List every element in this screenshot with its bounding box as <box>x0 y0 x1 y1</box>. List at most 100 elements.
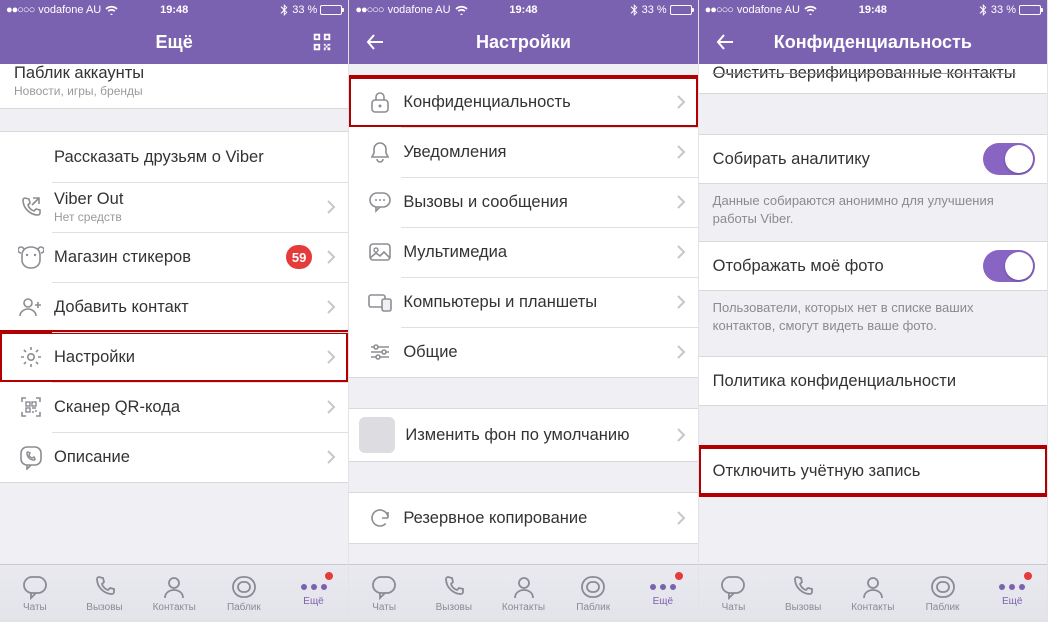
clock-label: 19:48 <box>859 4 887 16</box>
row-sublabel: Нет средств <box>54 210 318 224</box>
back-arrow-icon <box>716 33 734 51</box>
tab-more[interactable]: Ещё <box>628 565 698 622</box>
tab-label: Вызовы <box>785 602 821 613</box>
row-deactivate-account[interactable]: Отключить учётную запись <box>699 447 1047 495</box>
settings-content: Конфиденциальность Уведомления Вызовы и … <box>349 64 697 564</box>
row-label: Резервное копирование <box>403 509 667 528</box>
clock-label: 19:48 <box>509 4 537 16</box>
carrier-label: vodafone AU <box>38 4 101 16</box>
tab-chats[interactable]: Чаты <box>0 565 70 622</box>
tab-contacts[interactable]: Контакты <box>139 565 209 622</box>
partial-clear-contacts[interactable]: Очистить верифицированные контакты <box>699 64 1047 94</box>
row-media[interactable]: Мультимедиа <box>349 227 697 277</box>
chevron-right-icon <box>326 349 336 365</box>
badge-count: 59 <box>286 245 312 269</box>
more-icon <box>299 580 329 594</box>
refresh-icon <box>363 501 397 535</box>
tab-more[interactable]: Ещё <box>279 565 349 622</box>
more-icon <box>997 580 1027 594</box>
row-collect-analytics[interactable]: Собирать аналитику <box>699 135 1047 183</box>
row-notifications[interactable]: Уведомления <box>349 127 697 177</box>
chevron-right-icon <box>326 199 336 215</box>
tab-public[interactable]: Паблик <box>908 565 978 622</box>
privacy-content: Очистить верифицированные контакты Собир… <box>699 64 1047 564</box>
tab-label: Чаты <box>372 602 396 613</box>
toggle-analytics[interactable] <box>983 143 1035 175</box>
row-label: Настройки <box>54 348 318 367</box>
clock-label: 19:48 <box>160 4 188 16</box>
row-label: Вызовы и сообщения <box>403 193 667 212</box>
tab-chats[interactable]: Чаты <box>349 565 419 622</box>
phone-icon <box>790 574 816 600</box>
navbar-more: Ещё <box>0 20 348 64</box>
row-general[interactable]: Общие <box>349 327 697 377</box>
qr-button[interactable] <box>300 20 344 64</box>
row-backup[interactable]: Резервное копирование <box>349 493 697 543</box>
tab-more[interactable]: Ещё <box>977 565 1047 622</box>
sliders-icon <box>363 335 397 369</box>
row-privacy[interactable]: Конфиденциальность <box>349 77 697 127</box>
back-button[interactable] <box>703 20 747 64</box>
battery-icon <box>1019 5 1041 15</box>
tab-contacts[interactable]: Контакты <box>838 565 908 622</box>
tab-label: Паблик <box>227 602 261 613</box>
back-button[interactable] <box>353 20 397 64</box>
bear-icon <box>14 240 48 274</box>
notification-dot-icon <box>324 571 334 581</box>
chevron-right-icon <box>676 344 686 360</box>
row-label: Сканер QR-кода <box>54 398 318 417</box>
tab-calls[interactable]: Вызовы <box>768 565 838 622</box>
toggle-show-photo[interactable] <box>983 250 1035 282</box>
navbar-privacy: Конфиденциальность <box>699 20 1047 64</box>
row-label: Очистить верифицированные контакты <box>713 64 1033 83</box>
row-label: Добавить контакт <box>54 298 318 317</box>
row-label: Компьютеры и планшеты <box>403 293 667 312</box>
row-add-contact[interactable]: Добавить контакт <box>0 282 348 332</box>
add-user-icon <box>14 290 48 324</box>
row-wallpaper[interactable]: Изменить фон по умолчанию <box>349 409 697 461</box>
row-label: Магазин стикеров <box>54 248 286 267</box>
row-show-photo[interactable]: Отображать моё фото <box>699 242 1047 290</box>
show-photo-note: Пользователи, которых нет в списке ваших… <box>699 291 1047 348</box>
chevron-right-icon <box>676 427 686 443</box>
wifi-icon <box>455 5 468 15</box>
row-sublabel: Новости, игры, бренды <box>14 84 334 98</box>
chevron-right-icon <box>676 94 686 110</box>
qr-scan-icon <box>14 390 48 424</box>
tab-calls[interactable]: Вызовы <box>419 565 489 622</box>
tab-label: Контакты <box>153 602 196 613</box>
chevron-right-icon <box>676 510 686 526</box>
notification-dot-icon <box>1023 571 1033 581</box>
public-icon <box>230 574 258 600</box>
row-sticker-store[interactable]: Магазин стикеров 59 <box>0 232 348 282</box>
tabbar: Чаты Вызовы Контакты Паблик Ещё <box>0 564 348 622</box>
row-settings[interactable]: Настройки <box>0 332 348 382</box>
gear-icon <box>14 340 48 374</box>
status-bar: ●●○○○ vodafone AU 19:48 33 % <box>699 0 1047 20</box>
tab-label: Чаты <box>23 602 47 613</box>
tab-public[interactable]: Паблик <box>558 565 628 622</box>
partial-public-accounts[interactable]: Паблик аккаунты Новости, игры, бренды <box>0 64 348 109</box>
bluetooth-icon <box>630 4 638 16</box>
row-calls-messages[interactable]: Вызовы и сообщения <box>349 177 697 227</box>
row-about[interactable]: Описание <box>0 432 348 482</box>
tab-contacts[interactable]: Контакты <box>489 565 559 622</box>
chat-icon <box>363 185 397 219</box>
tab-public[interactable]: Паблик <box>209 565 279 622</box>
phone-out-icon <box>14 190 48 224</box>
row-label: Отключить учётную запись <box>713 462 1035 481</box>
row-qr-scanner[interactable]: Сканер QR-кода <box>0 382 348 432</box>
row-label: Паблик аккаунты <box>14 64 334 83</box>
row-label: Политика конфиденциальности <box>713 372 1035 391</box>
row-label: Рассказать друзьям о Viber <box>54 148 336 167</box>
tab-label: Чаты <box>722 602 746 613</box>
row-computers-tablets[interactable]: Компьютеры и планшеты <box>349 277 697 327</box>
page-title: Настройки <box>476 32 571 53</box>
tab-label: Вызовы <box>86 602 122 613</box>
row-tell-friends[interactable]: Рассказать друзьям о Viber <box>0 132 348 182</box>
row-label: Общие <box>403 343 667 362</box>
tab-chats[interactable]: Чаты <box>699 565 769 622</box>
row-viber-out[interactable]: Viber Out Нет средств <box>0 182 348 232</box>
tab-calls[interactable]: Вызовы <box>70 565 140 622</box>
row-privacy-policy[interactable]: Политика конфиденциальности <box>699 357 1047 405</box>
